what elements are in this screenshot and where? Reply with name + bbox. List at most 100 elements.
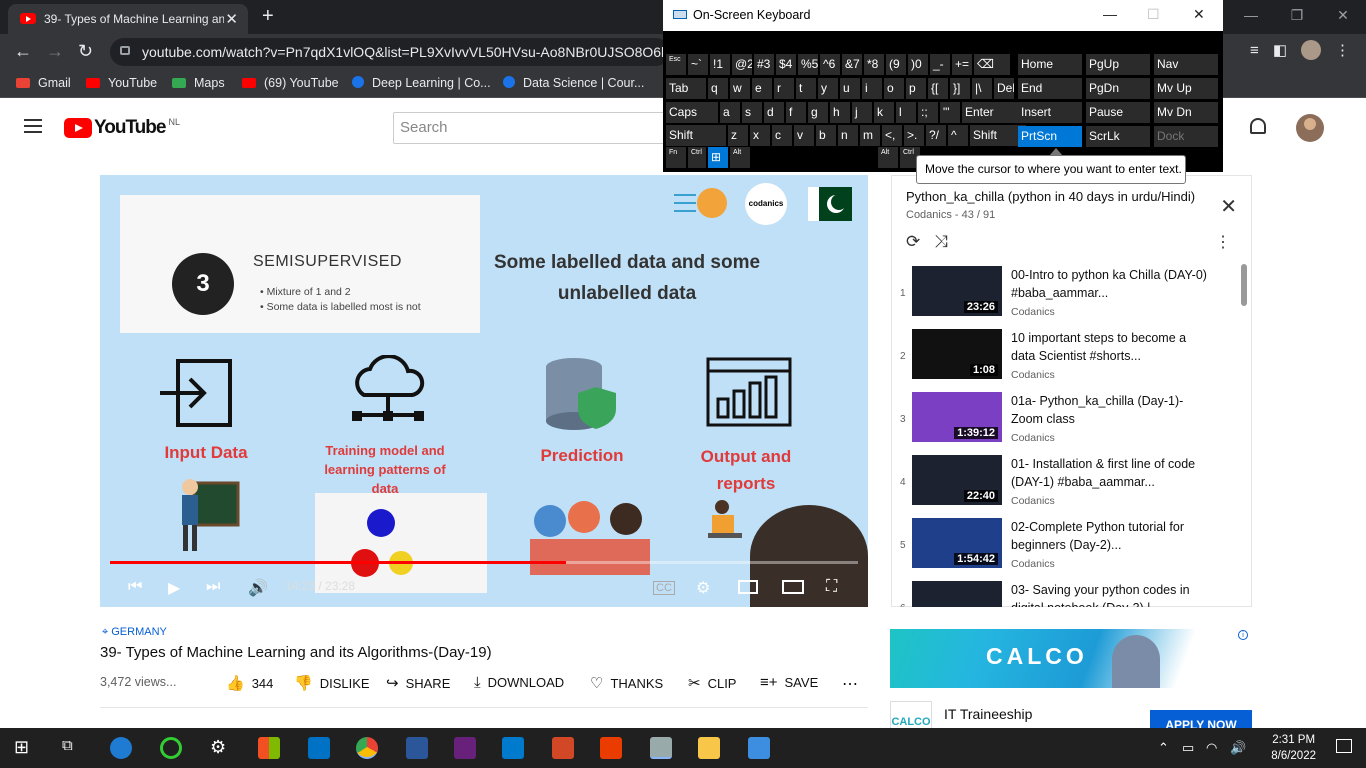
key-3[interactable]: #3 [754, 54, 774, 75]
youtube-logo[interactable]: YouTube NL [64, 117, 180, 139]
bookmark-maps[interactable]: Maps [172, 76, 225, 90]
osk-taskbar-icon[interactable] [650, 737, 672, 759]
menu-icon[interactable]: ⋮ [1335, 41, 1350, 59]
key-q[interactable]: q [708, 78, 728, 99]
playlist-item[interactable]: 4 22:40 01- Installation & first line of… [892, 455, 1242, 517]
key-[interactable]: ~` [688, 54, 708, 75]
back-icon[interactable]: ← [14, 41, 32, 62]
key-pgup[interactable]: PgUp [1086, 54, 1150, 75]
key-prtscn[interactable]: PrtScn [1018, 126, 1082, 147]
key-[interactable]: >. [904, 125, 924, 146]
key-8[interactable]: *8 [864, 54, 884, 75]
dev-app-icon[interactable] [454, 737, 476, 759]
playlist-title[interactable]: Python_ka_chilla (python in 40 days in u… [906, 189, 1195, 204]
key-dock[interactable]: Dock [1154, 126, 1218, 147]
url-input[interactable]: youtube.com/watch?v=Pn7qdX1vlOQ&list=PL9… [110, 38, 670, 66]
ad-banner[interactable]: CALCO i [890, 629, 1252, 688]
dislike-button[interactable]: 👎 DISLIKE [294, 674, 370, 692]
key-e[interactable]: e [752, 78, 772, 99]
bookmark-youtube-69[interactable]: (69) YouTube [242, 76, 339, 90]
volume-icon[interactable]: 🔊 [248, 578, 268, 598]
key-pgdn[interactable]: PgDn [1086, 78, 1150, 99]
edge-icon[interactable] [110, 737, 132, 759]
key-[interactable]: ^ [948, 125, 968, 146]
windows-start-icon[interactable]: ⊞ [14, 737, 36, 759]
fullscreen-icon[interactable]: ⛶ [826, 578, 837, 596]
save-button[interactable]: ≡+ SAVE [760, 674, 818, 691]
key-6[interactable]: ^6 [820, 54, 840, 75]
playlist-item[interactable]: 3 1:39:12 01a- Python_ka_chilla (Day-1)-… [892, 392, 1242, 454]
file-explorer-icon[interactable] [698, 737, 720, 759]
playlist-item[interactable]: 5 1:54:42 02-Complete Python tutorial fo… [892, 518, 1242, 580]
key-[interactable]: "' [940, 102, 960, 123]
key-c[interactable]: c [772, 125, 792, 146]
key-esc[interactable]: Esc [666, 54, 686, 75]
bookmark-youtube[interactable]: YouTube [86, 76, 157, 90]
powerpoint-icon[interactable] [552, 737, 574, 759]
key-del[interactable]: Del [994, 78, 1014, 99]
battery-icon[interactable]: ▭ [1182, 740, 1194, 756]
settings-gear-icon[interactable]: ⚙ [696, 578, 710, 598]
shuffle-icon[interactable]: ⤨ [934, 232, 948, 251]
mail-icon[interactable] [308, 737, 330, 759]
chromium-app-icon[interactable] [160, 737, 182, 759]
apply-now-button[interactable]: APPLY NOW [1150, 710, 1252, 730]
captions-icon[interactable]: CC [653, 581, 675, 595]
close-tab-icon[interactable]: ✕ [225, 10, 238, 28]
like-button[interactable]: 👍 344 [226, 674, 273, 692]
bookmark-data-science[interactable]: Data Science | Cour... [503, 76, 644, 90]
key-alt[interactable]: Alt [730, 147, 750, 168]
key-[interactable]: _- [930, 54, 950, 75]
browser-tab[interactable]: 39- Types of Machine Learning and its Al… [8, 4, 248, 34]
key-n[interactable]: n [838, 125, 858, 146]
forward-icon[interactable]: → [46, 41, 64, 62]
volume-tray-icon[interactable]: 🔊 [1230, 740, 1246, 756]
media-control-icon[interactable]: ≡ [1250, 42, 1259, 59]
playlist-subtitle[interactable]: Codanics - 43 / 91 [906, 209, 995, 221]
bookmark-gmail[interactable]: Gmail [16, 76, 71, 90]
previous-icon[interactable]: ⏮ [128, 578, 142, 596]
view-count[interactable]: 3,472 views... [100, 675, 176, 689]
key-fn[interactable]: Fn [666, 147, 686, 168]
share-button[interactable]: ↪ SHARE [386, 674, 450, 692]
key-z[interactable]: z [728, 125, 748, 146]
key-f[interactable]: f [786, 102, 806, 123]
key-0[interactable]: )0 [908, 54, 928, 75]
key-nav[interactable]: Nav [1154, 54, 1218, 75]
key-5[interactable]: %5 [798, 54, 818, 75]
key-shift[interactable]: Shift [666, 125, 726, 146]
key-u[interactable]: u [840, 78, 860, 99]
playlist-item[interactable]: 2 1:08 10 important steps to become a da… [892, 329, 1242, 391]
bookmark-deep-learning[interactable]: Deep Learning | Co... [352, 76, 491, 90]
key-g[interactable]: g [808, 102, 828, 123]
key-o[interactable]: o [884, 78, 904, 99]
miniplayer-icon[interactable] [738, 580, 758, 594]
notification-center-icon[interactable] [1336, 739, 1352, 753]
notifications-bell-icon[interactable] [1250, 118, 1266, 134]
key-scrlk[interactable]: ScrLk [1086, 126, 1150, 147]
vscode-icon[interactable] [502, 737, 524, 759]
key-v[interactable]: v [794, 125, 814, 146]
key-9[interactable]: (9 [886, 54, 906, 75]
key-caps[interactable]: Caps [666, 102, 718, 123]
key-s[interactable]: s [742, 102, 762, 123]
video-progress-bar[interactable] [110, 561, 858, 564]
ad-info-icon[interactable]: i [1238, 630, 1248, 640]
play-icon[interactable]: ▶ [168, 578, 180, 598]
key-tab[interactable]: Tab [666, 78, 706, 99]
key-2[interactable]: @2 [732, 54, 752, 75]
key-[interactable]: |\ [972, 78, 992, 99]
key-ctrl[interactable]: Ctrl [688, 147, 706, 168]
download-button[interactable]: ⤓ DOWNLOAD [474, 674, 564, 691]
osk-close-button[interactable]: ✕ [1193, 6, 1205, 23]
key-w[interactable]: w [730, 78, 750, 99]
key-a[interactable]: a [720, 102, 740, 123]
photos-icon[interactable] [748, 737, 770, 759]
key-pause[interactable]: Pause [1086, 102, 1150, 123]
store-icon[interactable] [258, 737, 280, 759]
next-icon[interactable]: ⏭ [206, 578, 220, 596]
osk-minimize-button[interactable]: — [1103, 6, 1117, 22]
key-d[interactable]: d [764, 102, 784, 123]
key-x[interactable]: x [750, 125, 770, 146]
key-alt[interactable]: Alt [878, 147, 898, 168]
